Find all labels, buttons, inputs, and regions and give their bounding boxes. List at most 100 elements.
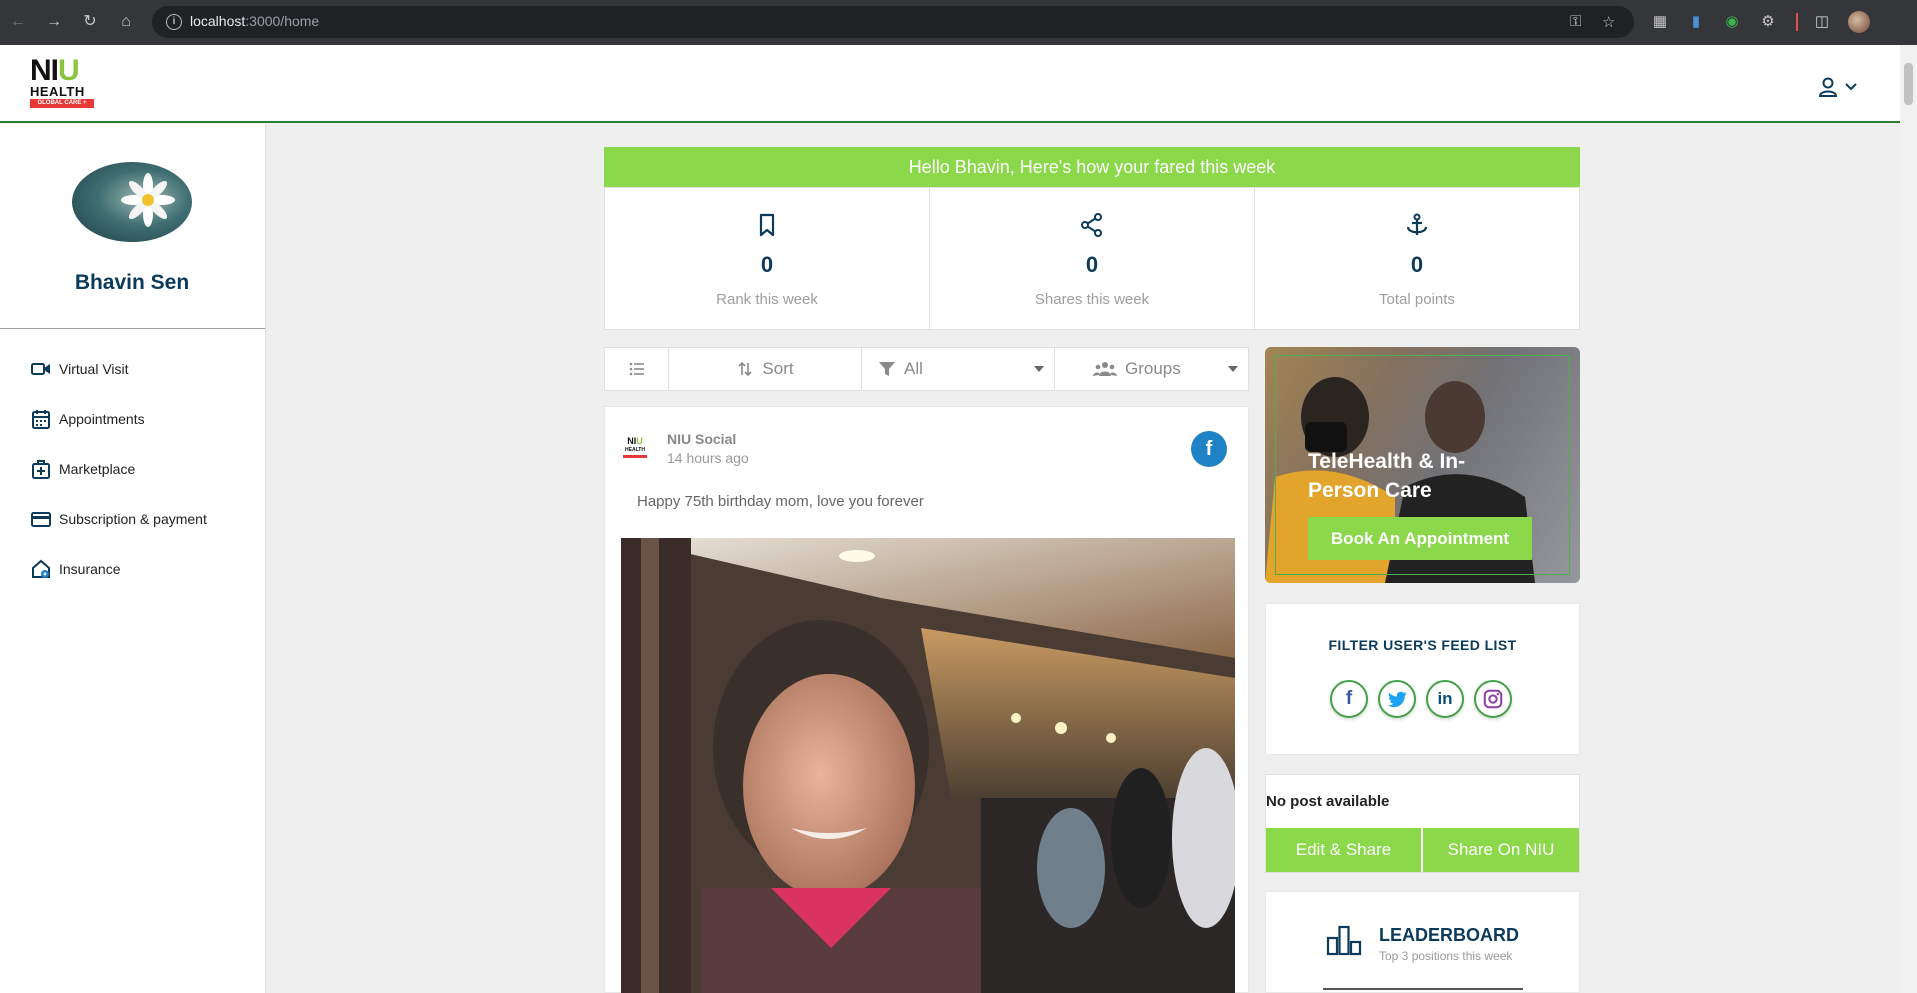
- telehealth-promo-card: TeleHealth & In-Person Care Book An Appo…: [1265, 347, 1580, 583]
- chevron-down-icon: [1845, 83, 1857, 91]
- share-icon: [1081, 213, 1102, 237]
- filter-feed-card: FILTER USER'S FEED LIST f in: [1265, 603, 1580, 755]
- extension-circle-icon[interactable]: ◉: [1722, 12, 1742, 32]
- sidebar-item-label: Appointments: [59, 411, 145, 427]
- medical-bag-icon: [32, 460, 50, 479]
- leaderboard-divider: [1323, 988, 1523, 990]
- sidebar-item-label: Insurance: [59, 561, 121, 577]
- person-icon: [1818, 77, 1838, 97]
- instagram-camera-icon: [1483, 689, 1503, 709]
- list-icon: [629, 362, 644, 376]
- no-post-message: No post available: [1266, 793, 1390, 810]
- extensions-puzzle-icon[interactable]: ⚙: [1758, 12, 1778, 32]
- book-appointment-button[interactable]: Book An Appointment: [1308, 517, 1532, 560]
- facebook-filter-icon[interactable]: f: [1330, 680, 1368, 718]
- stat-value: 0: [760, 252, 774, 277]
- video-camera-icon: [31, 363, 50, 375]
- bookmark-icon: [759, 213, 775, 237]
- leaderboard-subtitle: Top 3 positions this week: [1379, 949, 1513, 963]
- extension-doc-icon[interactable]: ▮: [1686, 12, 1706, 32]
- stat-label: Shares this week: [1034, 291, 1150, 308]
- calendar-icon: [32, 410, 50, 429]
- edit-share-button[interactable]: Edit & Share: [1266, 828, 1422, 872]
- filter-feed-title: FILTER USER'S FEED LIST: [1328, 637, 1517, 653]
- leaderboard-card: LEADERBOARD Top 3 positions this week: [1265, 891, 1580, 993]
- stat-label: Total points: [1379, 291, 1455, 308]
- post-text: Happy 75th birthday mom, love you foreve…: [637, 493, 924, 510]
- profile-avatar[interactable]: [72, 162, 192, 242]
- sidebar-item-appointments[interactable]: Appointments: [30, 407, 145, 431]
- app-header: NIU HEALTH GLOBAL CARE +: [0, 45, 1900, 123]
- key-icon[interactable]: ⚿: [1570, 13, 1581, 30]
- page-scrollbar[interactable]: [1900, 45, 1917, 993]
- groups-label: Groups: [1125, 359, 1181, 378]
- sidebar-item-label: Virtual Visit: [59, 361, 129, 377]
- groups-icon: [1093, 362, 1117, 376]
- instagram-filter-icon[interactable]: [1474, 680, 1512, 718]
- niu-health-logo[interactable]: NIU HEALTH GLOBAL CARE +: [30, 54, 96, 115]
- scrollbar-thumb[interactable]: [1904, 63, 1913, 105]
- browser-profile-avatar[interactable]: [1848, 11, 1870, 33]
- sort-button[interactable]: Sort: [669, 348, 862, 390]
- address-bar[interactable]: i localhost:3000/home ⚿ ☆: [152, 6, 1634, 38]
- stat-rank: 0 Rank this week: [605, 188, 930, 329]
- sidebar-divider: [0, 328, 265, 329]
- toolbar-divider: [1796, 13, 1798, 31]
- profile-name: Bhavin Sen: [74, 271, 190, 294]
- star-icon[interactable]: ☆: [1602, 13, 1615, 31]
- restaurant-portrait-photo: [621, 538, 1235, 993]
- reload-icon[interactable]: ↻: [80, 12, 100, 32]
- sidebar-item-virtual-visit[interactable]: Virtual Visit: [30, 357, 129, 381]
- share-post-card: No post available Edit & Share Share On …: [1265, 774, 1580, 873]
- facebook-source-icon[interactable]: f: [1191, 431, 1227, 467]
- home-icon[interactable]: ⌂: [116, 12, 136, 32]
- logo-mark: NIU: [30, 54, 80, 87]
- linkedin-filter-icon[interactable]: in: [1426, 680, 1464, 718]
- bar-chart-icon: [1326, 925, 1362, 956]
- sidebar: Bhavin Sen Virtual Visit Appointments Ma…: [0, 124, 266, 993]
- post-author-logo[interactable]: NIU HEALTH: [623, 437, 647, 459]
- user-menu-button[interactable]: [1818, 75, 1862, 99]
- sort-icon: [738, 361, 752, 377]
- promo-title: TeleHealth & In-Person Care: [1308, 450, 1466, 502]
- home-shield-icon: [32, 559, 50, 578]
- credit-card-icon: [31, 512, 51, 527]
- logo-health-text: HEALTH: [30, 84, 85, 99]
- list-view-button[interactable]: [605, 348, 669, 390]
- daisy-image: [121, 173, 175, 227]
- sort-label: Sort: [762, 359, 794, 378]
- feed-post-card: NIU HEALTH NIU Social 14 hours ago f Hap…: [604, 406, 1249, 993]
- feed-toolbar: Sort All Groups: [604, 347, 1249, 391]
- caret-down-icon: [1034, 366, 1044, 372]
- share-on-niu-button[interactable]: Share On NIU: [1423, 828, 1579, 872]
- twitter-bird-icon: [1388, 691, 1407, 708]
- sidebar-item-label: Marketplace: [59, 461, 136, 477]
- twitter-filter-icon[interactable]: [1378, 680, 1416, 718]
- browser-toolbar: ← → ↻ ⌂ i localhost:3000/home ⚿ ☆ ▦ ▮ ◉ …: [0, 0, 1917, 45]
- stat-shares: 0 Shares this week: [930, 188, 1255, 329]
- filter-label: All: [904, 359, 923, 378]
- logo-tagline: GLOBAL CARE +: [30, 99, 94, 108]
- post-timestamp: 14 hours ago: [667, 450, 749, 466]
- back-icon[interactable]: ←: [8, 12, 28, 32]
- sidebar-item-subscription[interactable]: Subscription & payment: [30, 507, 207, 531]
- filter-dropdown[interactable]: All: [862, 348, 1055, 390]
- anchor-icon: [1406, 213, 1428, 235]
- post-photo[interactable]: [621, 538, 1235, 993]
- side-panel-icon[interactable]: ◫: [1812, 12, 1832, 32]
- sidebar-item-marketplace[interactable]: Marketplace: [30, 457, 135, 481]
- caret-down-icon: [1228, 366, 1238, 372]
- forward-icon[interactable]: →: [44, 12, 64, 32]
- stat-value: 0: [1085, 252, 1099, 277]
- extension-tab-icon[interactable]: ▦: [1650, 12, 1670, 32]
- stat-value: 0: [1410, 252, 1424, 277]
- sidebar-item-label: Subscription & payment: [59, 511, 207, 527]
- sidebar-item-insurance[interactable]: Insurance: [30, 557, 120, 581]
- leaderboard-title: LEADERBOARD: [1379, 925, 1520, 945]
- groups-dropdown[interactable]: Groups: [1055, 348, 1248, 390]
- stat-points: 0 Total points: [1255, 188, 1579, 329]
- site-info-icon[interactable]: i: [166, 14, 182, 30]
- weekly-greeting-banner: Hello Bhavin, Here's how your fared this…: [604, 147, 1580, 187]
- post-author[interactable]: NIU Social: [667, 431, 736, 447]
- weekly-stats: 0 Rank this week 0 Shares this week 0 To…: [604, 187, 1580, 330]
